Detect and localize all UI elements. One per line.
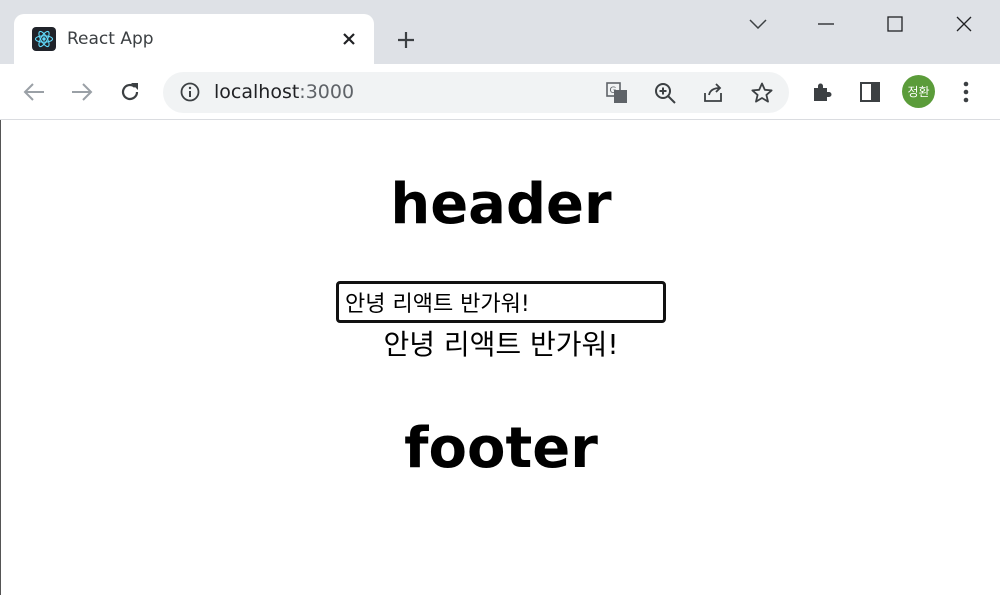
zoom-icon[interactable] (652, 80, 678, 106)
translate-icon[interactable]: G (604, 80, 630, 106)
minimize-icon[interactable] (810, 8, 842, 40)
page-header: header (390, 172, 612, 237)
url-port: :3000 (299, 81, 355, 103)
site-info-icon[interactable] (179, 81, 201, 103)
extensions-puzzle-icon[interactable] (808, 78, 836, 106)
close-window-icon[interactable] (948, 8, 980, 40)
page-footer: footer (404, 416, 598, 481)
echo-text: 안녕 리액트 반가워! (383, 328, 619, 361)
profile-initials: 정환 (907, 85, 930, 99)
menu-kebab-icon[interactable] (952, 78, 980, 106)
url-host: localhost (214, 81, 300, 103)
tab-title: React App (67, 29, 154, 49)
maximize-icon[interactable] (879, 8, 911, 40)
page-viewport: header 안녕 리액트 반가워! footer (0, 120, 1000, 595)
share-icon[interactable] (700, 80, 726, 106)
profile-avatar[interactable]: 정환 (902, 75, 935, 108)
tab-search-icon[interactable] (742, 8, 774, 40)
forward-arrow-icon[interactable] (68, 78, 96, 106)
back-arrow-icon[interactable] (20, 78, 48, 106)
svg-text:G: G (610, 86, 617, 96)
bookmark-star-icon[interactable] (749, 80, 775, 106)
side-panel-icon[interactable] (856, 78, 884, 106)
browser-toolbar: localhost:3000 G 정환 (0, 64, 1000, 120)
greeting-input[interactable] (336, 281, 666, 323)
new-tab-icon[interactable] (392, 26, 420, 54)
react-logo-icon (32, 27, 56, 51)
url-text[interactable]: localhost:3000 (214, 81, 354, 103)
close-tab-icon[interactable] (338, 28, 360, 50)
browser-titlebar: React App (0, 0, 1000, 66)
reload-icon[interactable] (116, 78, 144, 106)
address-bar[interactable]: localhost:3000 G (163, 72, 789, 113)
browser-tab[interactable]: React App (14, 14, 374, 66)
